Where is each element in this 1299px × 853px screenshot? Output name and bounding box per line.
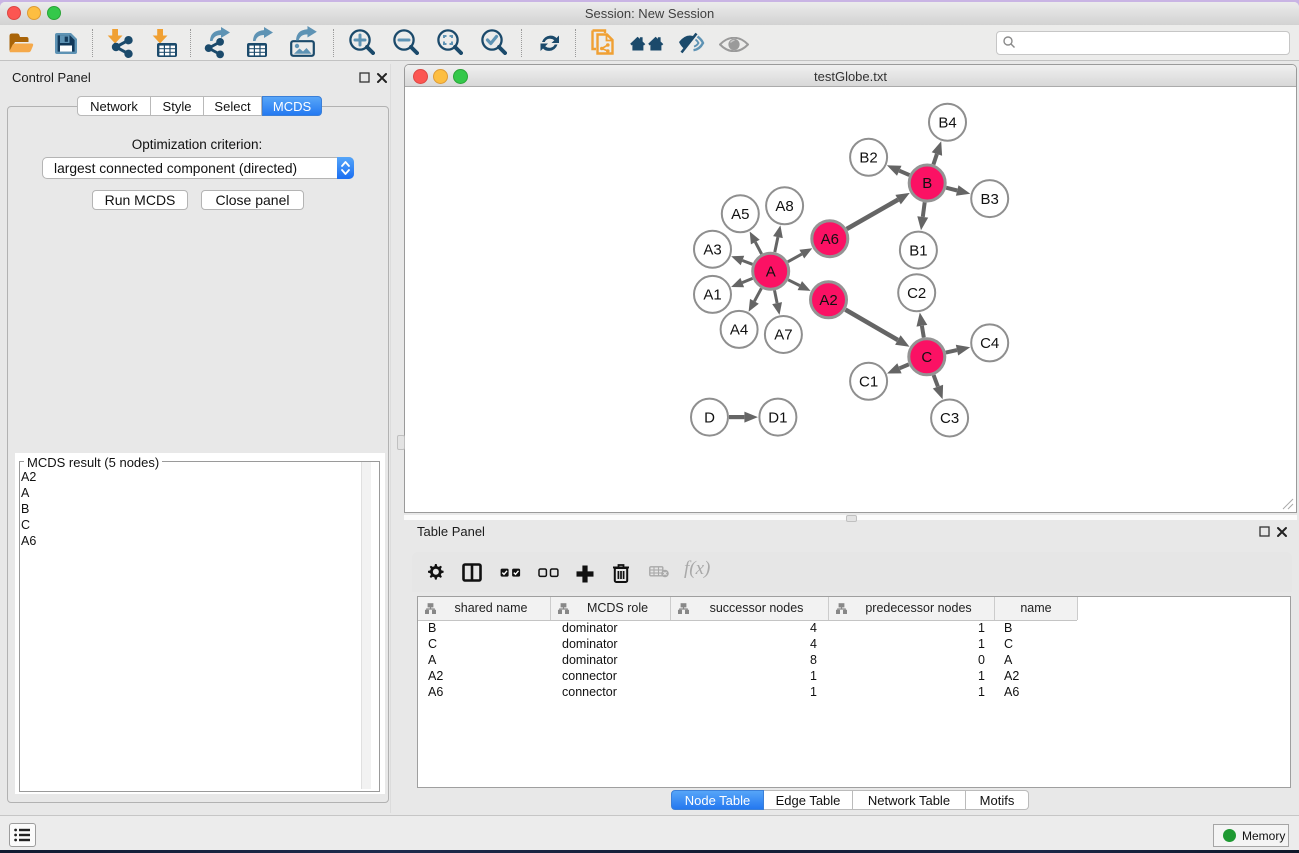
svg-text:D1: D1 xyxy=(768,409,787,426)
svg-text:A5: A5 xyxy=(731,206,749,223)
svg-text:B1: B1 xyxy=(909,242,927,259)
svg-text:A6: A6 xyxy=(821,231,839,248)
svg-text:C1: C1 xyxy=(859,374,878,391)
svg-text:C: C xyxy=(921,349,932,366)
svg-text:B3: B3 xyxy=(981,191,999,208)
svg-text:C4: C4 xyxy=(980,335,999,352)
svg-text:B: B xyxy=(922,175,932,192)
svg-text:B4: B4 xyxy=(938,114,956,131)
svg-text:C2: C2 xyxy=(907,285,926,302)
svg-text:A7: A7 xyxy=(774,327,792,344)
svg-text:A: A xyxy=(766,263,776,280)
svg-text:B2: B2 xyxy=(859,149,877,166)
svg-text:A3: A3 xyxy=(703,241,721,258)
svg-text:A1: A1 xyxy=(703,287,721,304)
svg-text:A2: A2 xyxy=(819,292,837,309)
svg-text:C3: C3 xyxy=(940,410,959,427)
svg-text:A8: A8 xyxy=(775,198,793,215)
svg-text:D: D xyxy=(704,409,715,426)
svg-text:A4: A4 xyxy=(730,322,748,339)
